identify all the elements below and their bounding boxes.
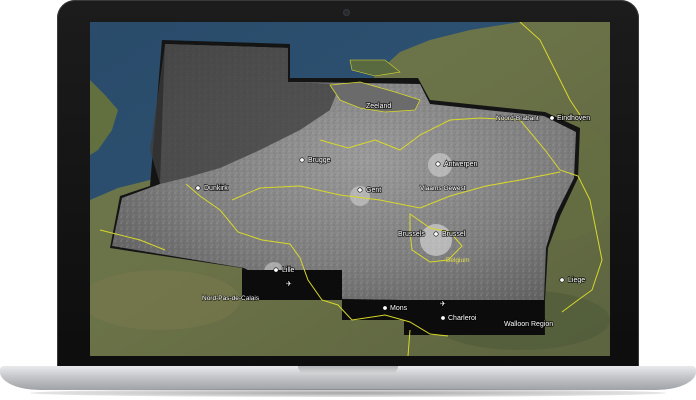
city-label-lille: Lille [282, 267, 295, 274]
city-dot-icon[interactable] [299, 157, 305, 163]
city-label-brugge: Brugge [308, 157, 331, 164]
laptop: ✈ ✈ Eindhoven Antwerpen Brugge Gent Dunk… [0, 0, 696, 400]
airport-icon[interactable]: ✈ [439, 300, 447, 309]
laptop-notch [298, 366, 398, 374]
region-label-noord-brabant: Noord-Brabant [496, 115, 539, 122]
city-dot-icon[interactable] [549, 115, 555, 121]
city-dot-icon[interactable] [273, 267, 279, 273]
city-label-dunkirk: Dunkirk [204, 185, 228, 192]
region-label-vlaams-gewest: Vlaams Gewest [420, 185, 466, 192]
city-label-mons: Mons [390, 305, 408, 312]
city-label-antwerpen: Antwerpen [444, 161, 478, 168]
camera-icon [343, 9, 350, 16]
city-dot-icon[interactable] [435, 161, 441, 167]
city-dot-icon[interactable] [433, 231, 439, 237]
city-dot-icon[interactable] [195, 185, 201, 191]
city-label-charleroi: Charleroi [448, 315, 477, 322]
city-dot-icon[interactable] [382, 305, 388, 311]
laptop-shadow [30, 389, 666, 397]
region-label-nord-pas-de-calais: Nord-Pas-de-Calais [202, 295, 260, 302]
map-canvas[interactable]: ✈ ✈ Eindhoven Antwerpen Brugge Gent Dunk… [90, 22, 610, 356]
map-screen[interactable]: ✈ ✈ Eindhoven Antwerpen Brugge Gent Dunk… [90, 22, 610, 356]
airport-icon[interactable]: ✈ [285, 280, 293, 289]
city-label-liege: Liege [568, 277, 585, 284]
region-label-walloon-region: Walloon Region [504, 321, 553, 328]
city-dot-icon[interactable] [357, 187, 363, 193]
city-label-eindhoven: Eindhoven [557, 115, 590, 122]
city-dot-icon[interactable] [559, 277, 565, 283]
region-label-belgium: Belgium [446, 257, 469, 264]
city-label-gent: Gent [366, 187, 381, 194]
region-label-zeeland: Zeeland [366, 103, 391, 110]
city-dot-icon[interactable] [440, 315, 446, 321]
city-label-brussels: Brussels [398, 231, 425, 238]
city-label-brussel: Brussel [442, 231, 466, 238]
